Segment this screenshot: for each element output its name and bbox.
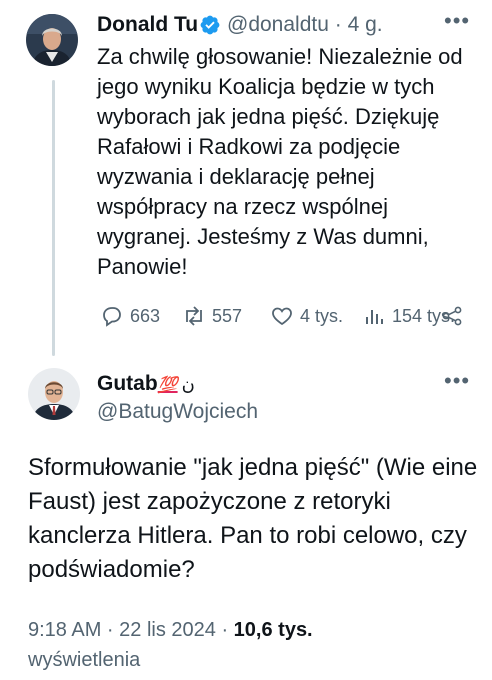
tweet-text: Za chwilę głosowanie! Niezależnie od jeg… xyxy=(97,44,463,279)
reply-timestamp[interactable]: 9:18 AM · 22 lis 2024 · xyxy=(28,619,234,641)
views-icon xyxy=(366,310,383,324)
thread-connector-line xyxy=(52,80,55,356)
repost-icon xyxy=(186,306,202,326)
reply-icon xyxy=(103,307,121,327)
reply-count: 663 xyxy=(130,305,161,326)
tweet-header: Donald Tusk @donaldtu · 4 g. xyxy=(97,10,477,40)
author-avatar[interactable] xyxy=(26,14,78,66)
tweet-actions: 663 557 4 tys. 154 tys. xyxy=(100,301,480,331)
like-button[interactable]: 4 tys. xyxy=(270,301,343,331)
repost-count: 557 xyxy=(212,305,243,326)
reply-author-name[interactable]: Gutab💯 ن xyxy=(97,370,195,400)
reply-more-options-icon[interactable]: ••• xyxy=(444,368,470,394)
reply-text: Sformułowanie "jak jedna pięść" (Wie ein… xyxy=(28,454,478,583)
like-count: 4 tys. xyxy=(300,305,344,326)
name-suffix: ن xyxy=(181,374,195,394)
reply-button[interactable]: 663 xyxy=(100,301,160,331)
author-name[interactable]: Donald Tusk xyxy=(97,10,197,40)
reply-author-handle[interactable]: @BatugWojciech xyxy=(97,398,258,426)
share-icon xyxy=(442,306,462,326)
reply-author-avatar[interactable] xyxy=(28,368,80,420)
repost-button[interactable]: 557 xyxy=(182,301,242,331)
author-handle[interactable]: @donaldtu · 4 g. xyxy=(227,10,383,40)
like-icon xyxy=(272,307,292,326)
hundred-points-emoji-icon: 💯 xyxy=(157,377,178,394)
share-button[interactable] xyxy=(440,301,464,331)
reply-views-count: 10,6 tys. xyxy=(233,619,313,641)
tweet-age: 4 g. xyxy=(347,13,383,36)
reply-meta: 9:18 AM · 22 lis 2024 · 10,6 tys. xyxy=(28,617,478,643)
more-options-icon[interactable]: ••• xyxy=(444,8,470,34)
reply-views-label: wyświetlenia xyxy=(28,649,141,671)
verified-badge-icon xyxy=(199,14,221,36)
